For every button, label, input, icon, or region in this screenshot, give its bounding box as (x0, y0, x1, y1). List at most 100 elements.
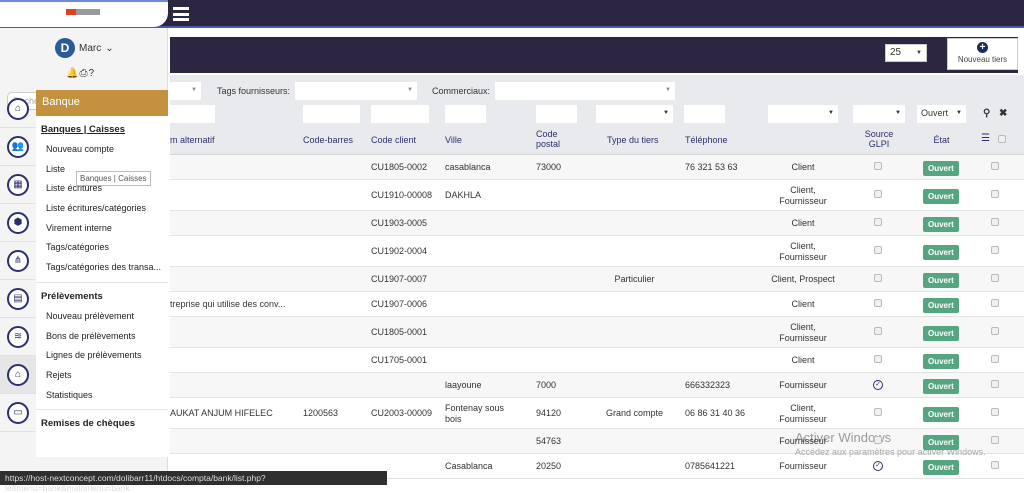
filter-client-code[interactable] (371, 105, 429, 123)
col-source-glpi[interactable]: Source GLPI (853, 129, 905, 149)
filter-source[interactable]: ▼ (853, 105, 905, 123)
row-select-checkbox[interactable] (991, 435, 999, 444)
menu-item[interactable]: Rejets (36, 366, 168, 386)
col-town[interactable]: Ville (445, 135, 462, 145)
table-row[interactable] (170, 211, 1024, 236)
menu-companies[interactable]: ▦ (0, 166, 36, 204)
card-icon: ▭ (7, 401, 29, 424)
menu-item[interactable]: Liste écritures/catégories (36, 199, 168, 219)
help-icon[interactable]: ? (88, 68, 95, 79)
user-menu[interactable]: D Marc ⌄ (55, 38, 114, 58)
menu-cards[interactable]: ▭ (0, 394, 36, 432)
table-row[interactable] (170, 373, 1024, 398)
cell-alt-name: AUKAT ANJUM HIFELEC (170, 408, 273, 418)
row-select-checkbox[interactable] (991, 460, 999, 469)
table-row[interactable] (170, 180, 1024, 211)
glpi-checkbox (874, 273, 882, 282)
cell-nature: Fournisseur (779, 436, 827, 446)
menu-item[interactable]: Tags/catégories (36, 238, 168, 258)
glpi-checkbox (874, 435, 882, 444)
row-select-checkbox[interactable] (991, 407, 999, 416)
cell-zip: 20250 (536, 461, 562, 471)
cell-nature: Client (791, 299, 815, 309)
menu-products[interactable]: ⬢ (0, 204, 36, 242)
menu-section-cheques[interactable]: Remises de chèques (36, 418, 168, 434)
glpi-checkbox (874, 161, 882, 170)
row-select-checkbox[interactable] (991, 298, 999, 307)
clear-filter-icon[interactable]: ✖ (999, 108, 1007, 119)
row-select-checkbox[interactable] (991, 189, 999, 198)
table-row[interactable] (170, 236, 1024, 267)
cell-nature: Client, Fournisseur (779, 184, 827, 206)
menu-item[interactable]: Lignes de prélèvements (36, 346, 168, 366)
bell-icon[interactable]: 🔔 (66, 68, 79, 79)
filter-alt-name[interactable] (170, 105, 215, 123)
row-select-checkbox[interactable] (991, 354, 999, 363)
chevron-down-icon: ⌄ (105, 42, 114, 54)
col-phone[interactable]: Téléphone (685, 135, 728, 145)
table-row[interactable] (170, 317, 1024, 348)
sales-reps-select[interactable]: ▼ (495, 82, 675, 100)
menu-finance[interactable]: ≋ (0, 318, 36, 356)
row-select-checkbox[interactable] (991, 217, 999, 226)
filter-type[interactable]: ▼ (596, 105, 673, 123)
avatar: D (55, 38, 75, 58)
cell-phone: 06 86 31 40 36 (685, 408, 746, 418)
menu-item[interactable]: Tags/catégories des transa... (36, 258, 168, 278)
search-icon[interactable]: ⚲ (983, 108, 990, 119)
filter-phone[interactable] (684, 105, 725, 123)
filter-town[interactable] (445, 105, 486, 123)
row-select-checkbox[interactable] (991, 326, 999, 335)
select-all-checkbox[interactable] (998, 135, 1006, 143)
page-size-select[interactable]: 25 ▼ (885, 44, 927, 62)
menu-hierarchy[interactable]: ⋔ (0, 242, 36, 280)
hamburger-menu-icon[interactable] (173, 7, 189, 21)
row-select-checkbox[interactable] (991, 379, 999, 388)
cell-type: Grand compte (605, 408, 664, 418)
filter-nature[interactable]: ▼ (768, 105, 838, 123)
filter-status[interactable]: Ouvert ▼ (917, 105, 966, 123)
cell-client-code: CU1805-0001 (371, 327, 428, 337)
menu-section-direct-debit[interactable]: Prélèvements (36, 291, 168, 307)
glpi-checkbox (874, 354, 882, 363)
table-row[interactable] (170, 155, 1024, 180)
list-columns-icon[interactable]: ☰ (981, 133, 990, 144)
menu-projects[interactable]: ▤ (0, 280, 36, 318)
menu-item[interactable]: Virement interne (36, 219, 168, 239)
cell-client-code: CU1907-0006 (371, 299, 428, 309)
col-type[interactable]: Type du tiers (607, 135, 659, 145)
main-menu-icons: ⌂ 👥 ▦ ⬢ ⋔ ▤ ≋ ⌂ ▭ (0, 90, 36, 432)
logo-area[interactable] (0, 0, 168, 27)
menu-thirdparties[interactable]: 👥 (0, 128, 36, 166)
filter-select[interactable]: ▼ (170, 82, 201, 100)
menu-bank[interactable]: ⌂ (0, 356, 36, 394)
menu-home[interactable]: ⌂ (0, 90, 36, 128)
new-thirdparty-button[interactable]: + Nouveau tiers (947, 38, 1018, 70)
filter-barcode[interactable] (303, 105, 360, 123)
filter-zip[interactable] (536, 105, 577, 123)
col-barcode[interactable]: Code-barres (303, 135, 353, 145)
cell-nature: Client, Fournisseur (779, 402, 827, 424)
cell-nature: Client (791, 162, 815, 172)
status-badge: Ouvert (923, 434, 959, 450)
row-select-checkbox[interactable] (991, 161, 999, 170)
col-client-code[interactable]: Code client (371, 135, 416, 145)
col-alt-name[interactable]: m alternatif (170, 135, 215, 145)
col-zip[interactable]: Code postal (536, 129, 560, 149)
menu-section-banks[interactable]: Banques | Caisses (36, 124, 168, 140)
menu-item[interactable]: Bons de prélèvements (36, 327, 168, 347)
cell-client-code: CU1903-0005 (371, 218, 428, 228)
glpi-checkbox (874, 245, 882, 254)
row-select-checkbox[interactable] (991, 245, 999, 254)
col-status[interactable]: État (917, 135, 966, 145)
menu-item[interactable]: Nouveau compte (36, 140, 168, 160)
menu-item[interactable]: Statistiques (36, 386, 168, 406)
table-row[interactable] (170, 348, 1024, 373)
row-select-checkbox[interactable] (991, 273, 999, 282)
building-icon: ▦ (7, 173, 29, 196)
cell-nature: Fournisseur (779, 461, 827, 471)
cell-alt-name: treprise qui utilise des conv... (170, 299, 286, 309)
tags-suppliers-select[interactable]: ▼ (295, 82, 417, 100)
box-icon: ⬢ (7, 211, 29, 234)
menu-item[interactable]: Nouveau prélèvement (36, 307, 168, 327)
